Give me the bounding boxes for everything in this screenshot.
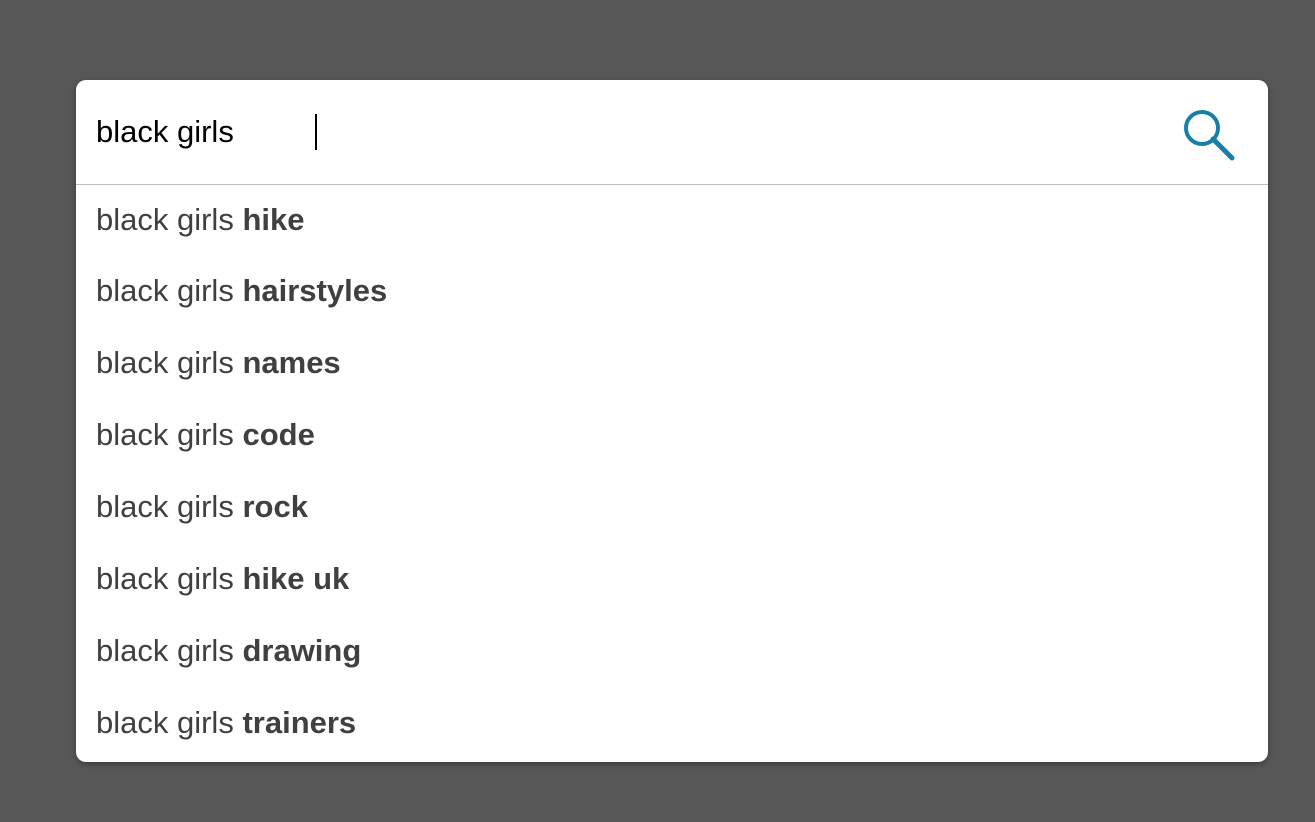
suggestion-prefix: black girls	[96, 417, 234, 452]
suggestion-completion: trainers	[242, 705, 357, 740]
search-panel: black girls hike black girls hairstyles …	[76, 80, 1268, 762]
suggestion-prefix: black girls	[96, 273, 234, 308]
suggestion-completion: hike uk	[242, 561, 350, 596]
suggestion-item[interactable]: black girls hike uk	[76, 543, 1268, 615]
suggestion-item[interactable]: black girls rock	[76, 471, 1268, 543]
suggestion-item[interactable]: black girls trainers	[76, 687, 1268, 759]
suggestion-completion: names	[242, 345, 341, 380]
search-input[interactable]	[96, 112, 1156, 152]
text-caret	[315, 114, 317, 150]
suggestion-prefix: black girls	[96, 561, 234, 596]
suggestion-prefix: black girls	[96, 489, 234, 524]
suggestion-item[interactable]: black girls names	[76, 327, 1268, 399]
suggestion-prefix: black girls	[96, 633, 234, 668]
suggestion-completion: code	[242, 417, 315, 452]
suggestion-item[interactable]: black girls hike	[76, 185, 1268, 255]
suggestion-list: black girls hike black girls hairstyles …	[76, 185, 1268, 759]
search-button[interactable]	[1180, 106, 1240, 162]
search-bar	[76, 80, 1268, 185]
suggestion-item[interactable]: black girls code	[76, 399, 1268, 471]
suggestion-completion: rock	[242, 489, 308, 524]
suggestion-item[interactable]: black girls hairstyles	[76, 255, 1268, 327]
suggestion-prefix: black girls	[96, 202, 234, 237]
suggestion-completion: hike	[242, 202, 305, 237]
suggestion-prefix: black girls	[96, 345, 234, 380]
search-icon	[1184, 110, 1235, 161]
suggestion-completion: hairstyles	[242, 273, 388, 308]
suggestion-item[interactable]: black girls drawing	[76, 615, 1268, 687]
suggestion-completion: drawing	[242, 633, 362, 668]
suggestion-prefix: black girls	[96, 705, 234, 740]
